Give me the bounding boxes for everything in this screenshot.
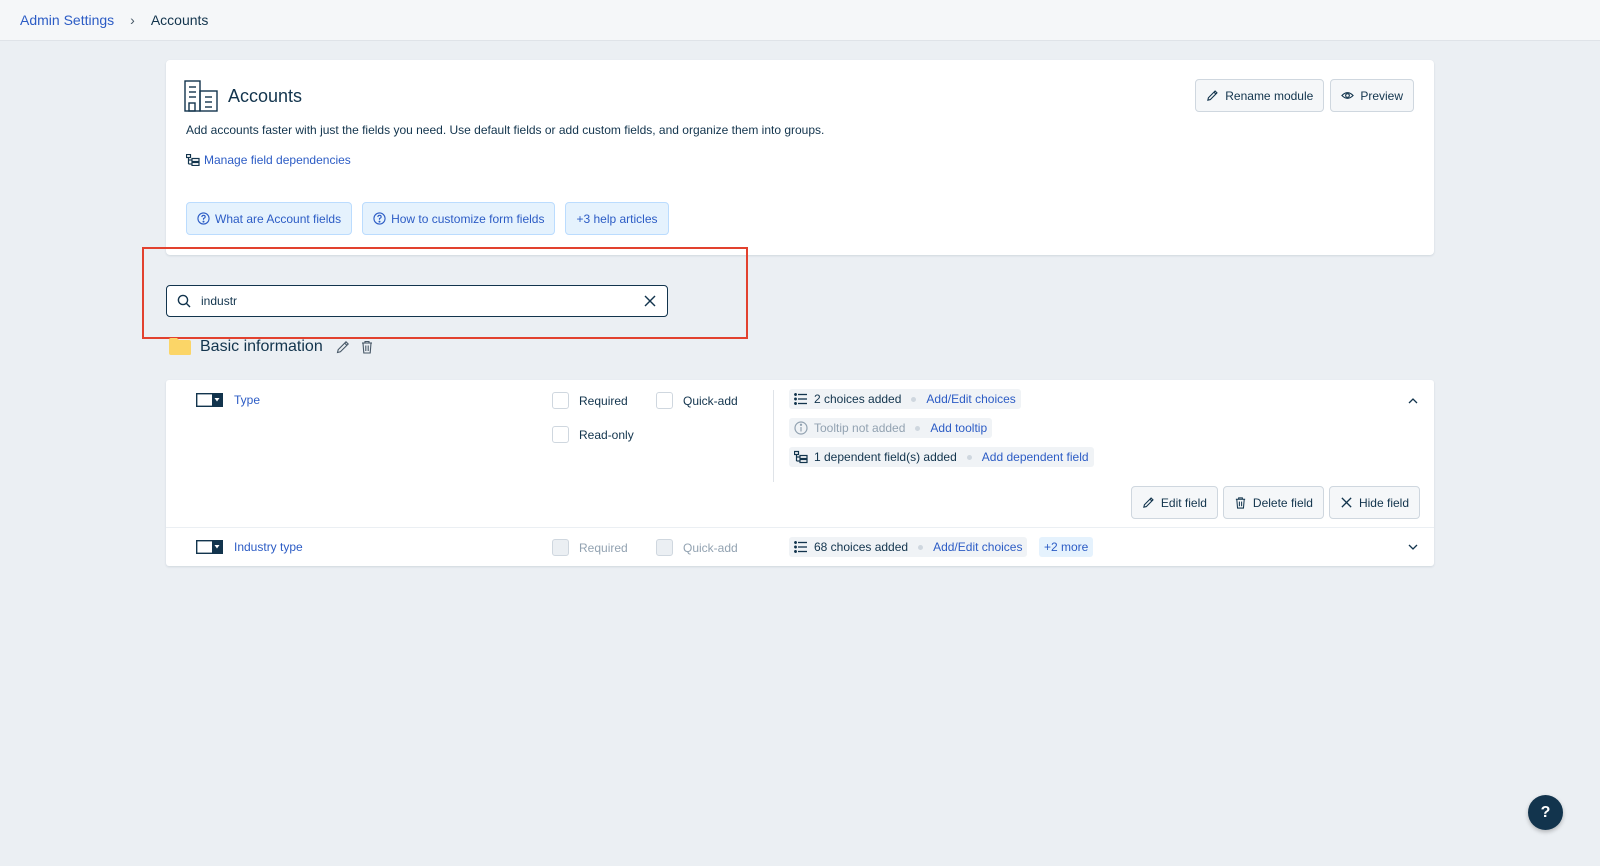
separator-dot — [966, 454, 972, 460]
required-checkbox[interactable]: Required — [552, 392, 628, 409]
field-name-industry-type[interactable]: Industry type — [234, 540, 303, 554]
choices-meta: 68 choices added Add/Edit choices — [789, 537, 1028, 557]
preview-label: Preview — [1360, 88, 1403, 103]
edit-field-label: Edit field — [1160, 495, 1207, 510]
hide-field-label: Hide field — [1358, 495, 1409, 510]
more-help-articles[interactable]: +3 help articles — [565, 202, 669, 235]
chevron-up-icon[interactable] — [1406, 394, 1420, 408]
dropdown-field-icon — [196, 393, 223, 407]
quick-add-label: Quick-add — [683, 393, 738, 408]
field-row-industry-type: Industry type Required Quick-add 68 choi… — [166, 528, 1434, 566]
close-icon — [1341, 497, 1352, 508]
help-article-label: What are Account fields — [215, 211, 342, 226]
search-icon — [177, 294, 191, 308]
trash-icon[interactable] — [359, 339, 375, 355]
trash-icon — [1235, 497, 1246, 509]
choices-count: 2 choices added — [814, 392, 902, 406]
required-label: Required — [579, 393, 628, 408]
required-label: Required — [579, 540, 628, 555]
dependent-meta: 1 dependent field(s) added Add dependent… — [789, 447, 1094, 467]
chevron-right-icon: › — [130, 12, 135, 28]
breadcrumb-admin-settings[interactable]: Admin Settings — [20, 12, 114, 28]
checkbox-box — [656, 392, 673, 409]
field-row-type: Type Required Quick-add Read-only 2 choi… — [166, 380, 1434, 528]
help-button[interactable]: ? — [1528, 795, 1563, 830]
question-circle-icon — [373, 212, 386, 225]
checkbox-box — [552, 426, 569, 443]
eye-icon — [1341, 92, 1355, 99]
rename-module-label: Rename module — [1225, 88, 1314, 103]
help-article-label: How to customize form fields — [391, 211, 545, 226]
field-search — [166, 285, 668, 317]
add-edit-choices-link[interactable]: Add/Edit choices — [933, 540, 1022, 554]
separator-dot — [911, 396, 917, 402]
preview-button[interactable]: Preview — [1330, 79, 1414, 112]
hierarchy-icon — [794, 450, 808, 464]
rename-module-button[interactable]: Rename module — [1195, 79, 1325, 112]
divider — [773, 390, 774, 482]
add-edit-choices-link[interactable]: Add/Edit choices — [926, 392, 1015, 406]
pencil-icon — [1207, 90, 1218, 101]
separator-dot — [915, 425, 921, 431]
hide-field-button[interactable]: Hide field — [1328, 486, 1420, 519]
quick-add-checkbox[interactable]: Quick-add — [656, 392, 738, 409]
group-title: Basic information — [200, 337, 323, 355]
delete-field-label: Delete field — [1252, 495, 1313, 510]
separator-dot — [918, 544, 924, 550]
chevron-down-icon[interactable] — [1406, 540, 1420, 554]
manage-dependencies-link[interactable]: Manage field dependencies — [186, 153, 351, 167]
pencil-icon — [1143, 497, 1154, 508]
tooltip-meta: Tooltip not added Add tooltip — [789, 418, 993, 438]
breadcrumb: Admin Settings › Accounts — [0, 0, 1600, 41]
list-icon — [794, 541, 807, 553]
page-title: Accounts — [228, 86, 303, 106]
required-checkbox: Required — [552, 539, 628, 556]
list-icon — [794, 393, 807, 405]
question-circle-icon — [197, 212, 210, 225]
checkbox-box — [656, 539, 673, 556]
manage-dependencies-label: Manage field dependencies — [204, 153, 351, 167]
edit-field-button[interactable]: Edit field — [1130, 486, 1218, 519]
choices-count: 68 choices added — [814, 540, 909, 554]
hierarchy-icon — [186, 154, 200, 166]
dependent-count: 1 dependent field(s) added — [814, 450, 957, 464]
group-header: Basic information — [168, 337, 375, 356]
help-article-customize-fields[interactable]: How to customize form fields — [362, 202, 556, 235]
choices-meta: 2 choices added Add/Edit choices — [789, 389, 1021, 409]
help-article-account-fields[interactable]: What are Account fields — [186, 202, 353, 235]
read-only-checkbox[interactable]: Read-only — [552, 426, 634, 443]
building-icon — [184, 80, 218, 112]
read-only-label: Read-only — [579, 427, 634, 442]
close-icon[interactable] — [643, 294, 657, 308]
breadcrumb-current: Accounts — [150, 12, 209, 28]
more-meta-chip[interactable]: +2 more — [1039, 537, 1094, 557]
dropdown-field-icon — [196, 540, 223, 554]
delete-field-button[interactable]: Delete field — [1222, 486, 1324, 519]
search-input[interactable] — [201, 294, 643, 308]
quick-add-checkbox: Quick-add — [656, 539, 738, 556]
folder-icon — [169, 338, 191, 355]
field-name-type[interactable]: Type — [234, 393, 260, 407]
tooltip-status: Tooltip not added — [814, 421, 906, 435]
checkbox-box — [552, 539, 569, 556]
pencil-icon[interactable] — [335, 339, 351, 355]
add-dependent-field-link[interactable]: Add dependent field — [982, 450, 1089, 464]
more-help-label: +3 help articles — [576, 211, 658, 226]
module-header-card: Accounts Add accounts faster with just t… — [166, 60, 1434, 255]
info-icon — [794, 421, 808, 435]
module-description: Add accounts faster with just the fields… — [186, 123, 825, 137]
fields-list: Type Required Quick-add Read-only 2 choi… — [166, 380, 1434, 566]
quick-add-label: Quick-add — [683, 540, 738, 555]
checkbox-box — [552, 392, 569, 409]
add-tooltip-link[interactable]: Add tooltip — [930, 421, 987, 435]
